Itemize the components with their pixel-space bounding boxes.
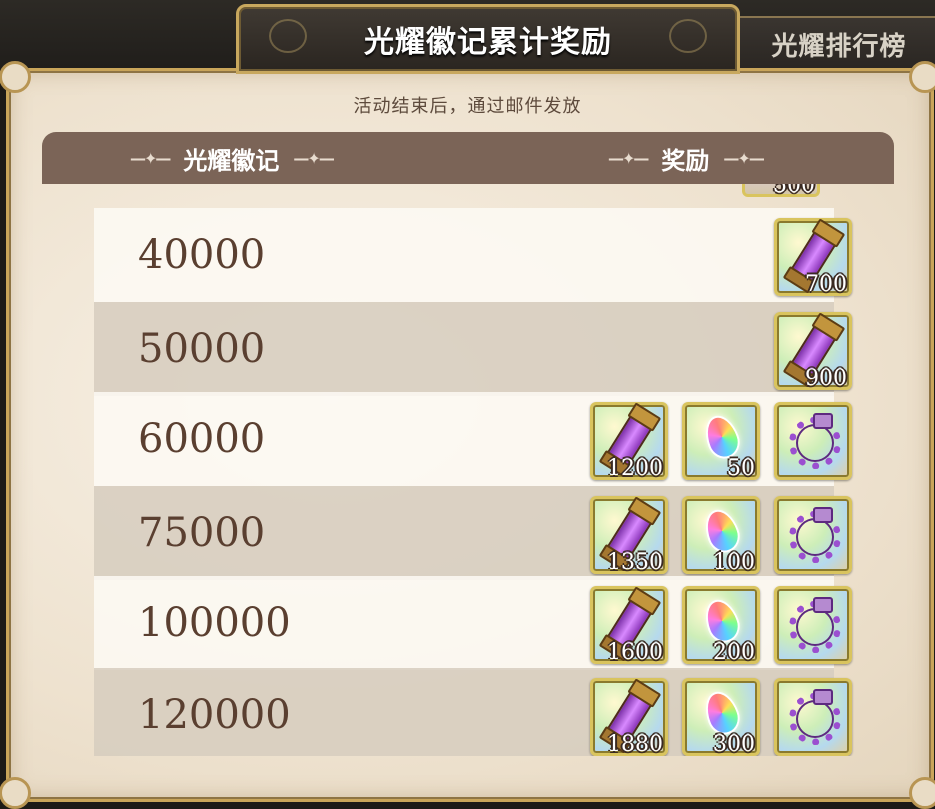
reward-items: 1880 300 — [590, 678, 852, 756]
badge-threshold: 75000 — [138, 510, 266, 556]
reward-item[interactable]: 50 — [682, 402, 760, 481]
reward-item[interactable]: 1200 — [590, 402, 668, 481]
header-decor: —✦— — [723, 148, 764, 168]
tab-ranking-label: 光耀排行榜 — [771, 31, 907, 62]
reward-qty: 100 — [713, 550, 755, 575]
tab-cumulative-rewards-label: 光耀徽记累计奖励 — [364, 25, 612, 60]
reward-items: 700 — [774, 218, 852, 297]
table-row: 75000 1350 100 — [94, 486, 852, 580]
mail-notice: 活动结束后，通过邮件发放 — [353, 96, 582, 117]
ring-gem-icon — [813, 413, 833, 429]
ring-gem-icon — [813, 507, 833, 523]
reward-item[interactable]: 1600 — [590, 586, 668, 665]
badge-threshold: 120000 — [138, 692, 291, 738]
badge-threshold: 100000 — [138, 600, 291, 646]
reward-items: 1200 50 — [590, 402, 852, 481]
reward-item[interactable]: 200 — [682, 586, 760, 665]
tab-cumulative-rewards[interactable]: 光耀徽记累计奖励 — [236, 4, 740, 74]
reward-qty: 1350 — [607, 550, 663, 575]
corner-ornament — [0, 777, 31, 809]
reward-items: 1600 200 — [590, 586, 852, 665]
badge-threshold: 50000 — [138, 326, 266, 372]
reward-items: 900 — [774, 312, 852, 391]
header-badge-label: 光耀徽记 — [183, 146, 280, 175]
ring-gem-icon — [813, 689, 833, 705]
reward-item[interactable]: 700 — [774, 218, 852, 297]
reward-item[interactable] — [774, 678, 852, 756]
reward-qty: 1880 — [607, 732, 663, 756]
reward-qty: 1200 — [607, 456, 663, 481]
reward-qty: 900 — [805, 366, 847, 391]
table-row: 50000 900 — [94, 302, 852, 396]
header-decor: —✦— — [293, 148, 334, 168]
reward-qty: 1600 — [607, 640, 663, 665]
reward-qty: 500 — [773, 184, 815, 198]
tab-ranking[interactable]: 光耀排行榜 — [732, 16, 935, 70]
badge-threshold: 60000 — [138, 416, 266, 462]
reward-item-partial[interactable]: 500 — [742, 184, 820, 198]
table-header: —✦— 光耀徽记 —✦— —✦— 奖励 —✦— — [42, 132, 894, 184]
reward-item[interactable]: 300 — [682, 678, 760, 756]
reward-list[interactable]: 500 40000 700 50000 900 60000 1200 50 75… — [42, 184, 894, 756]
header-reward-label: 奖励 — [661, 146, 710, 175]
reward-item[interactable] — [774, 496, 852, 574]
reward-item[interactable]: 1350 — [590, 496, 668, 575]
header-badge-column: —✦— 光耀徽记 —✦— — [116, 132, 347, 184]
header-decor: —✦— — [130, 148, 171, 168]
reward-items: 1350 100 — [590, 496, 852, 575]
table-row: 40000 700 — [94, 208, 852, 302]
reward-item[interactable] — [774, 586, 852, 664]
reward-item[interactable]: 900 — [774, 312, 852, 391]
reward-qty: 50 — [727, 456, 755, 481]
corner-ornament — [909, 777, 935, 809]
corner-ornament — [909, 61, 935, 93]
reward-qty: 700 — [805, 272, 847, 297]
reward-qty: 200 — [713, 640, 755, 665]
table-row: 100000 1600 200 — [94, 576, 852, 670]
reward-item[interactable]: 1880 — [590, 678, 668, 756]
reward-item[interactable] — [774, 402, 852, 480]
table-row: 60000 1200 50 — [94, 392, 852, 486]
table-row: 120000 1880 300 — [94, 668, 852, 756]
corner-ornament — [0, 61, 31, 93]
ring-gem-icon — [813, 597, 833, 613]
badge-threshold: 40000 — [138, 232, 266, 278]
reward-qty: 300 — [713, 732, 755, 756]
reward-item[interactable]: 100 — [682, 496, 760, 575]
header-decor: —✦— — [608, 148, 649, 168]
header-reward-column: —✦— 奖励 —✦— — [594, 132, 777, 184]
